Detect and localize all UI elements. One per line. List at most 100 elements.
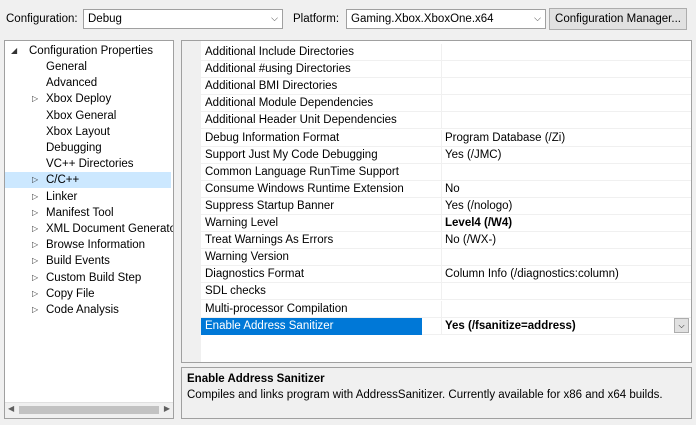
tree-item[interactable]: ▷ Custom Build Step <box>5 270 171 286</box>
property-name: Multi-processor Compilation <box>205 302 348 315</box>
platform-dropdown[interactable]: Gaming.Xbox.XboxOne.x64 ⌵ <box>346 9 546 29</box>
scroll-right-icon[interactable]: ▶ <box>164 404 170 413</box>
property-row[interactable]: Diagnostics Format Column Info (/diagnost… <box>201 266 691 284</box>
tree-item[interactable]: General <box>5 59 171 75</box>
tree-item-label: Advanced <box>46 77 98 90</box>
tree-item[interactable]: Debugging <box>5 140 171 156</box>
property-name: Additional Module Dependencies <box>205 97 374 110</box>
tree-item[interactable]: ▷ Copy File <box>5 286 171 302</box>
property-value[interactable]: Level4 (/W4) <box>445 215 512 232</box>
collapsed-triangle-icon[interactable]: ▷ <box>32 172 38 188</box>
collapsed-triangle-icon[interactable]: ▷ <box>32 270 38 286</box>
property-name: Additional #using Directories <box>205 63 351 76</box>
tree-item[interactable]: ▷ Linker <box>5 189 171 205</box>
property-row[interactable]: Additional Module Dependencies <box>201 95 691 113</box>
tree-item-label: Manifest Tool <box>46 206 114 219</box>
collapsed-triangle-icon[interactable]: ▷ <box>32 253 38 269</box>
property-row[interactable]: Additional Header Unit Dependencies <box>201 112 691 130</box>
tree-item-label: Xbox Deploy <box>46 93 112 106</box>
platform-value: Gaming.Xbox.XboxOne.x64 <box>351 13 494 25</box>
column-divider <box>441 61 442 79</box>
property-name: Additional BMI Directories <box>205 80 338 93</box>
expanded-triangle-icon[interactable]: ◢ <box>11 43 17 59</box>
collapsed-triangle-icon[interactable]: ▷ <box>32 237 38 253</box>
description-text: Compiles and links program with AddressS… <box>187 389 663 401</box>
column-divider <box>441 266 442 284</box>
tree-item-label: VC++ Directories <box>46 158 134 171</box>
tree-root[interactable]: ◢ Configuration Properties <box>5 43 171 59</box>
property-row[interactable]: Warning Version <box>201 249 691 267</box>
tree-item[interactable]: Advanced <box>5 75 171 91</box>
property-name: Diagnostics Format <box>205 268 305 281</box>
configuration-dropdown[interactable]: Debug ⌵ <box>83 9 283 29</box>
collapsed-triangle-icon[interactable]: ▷ <box>32 286 38 302</box>
property-row[interactable]: Support Just My Code Debugging Yes (/JMC) <box>201 146 691 164</box>
column-divider <box>441 215 442 232</box>
property-row[interactable]: Consume Windows Runtime Extension No <box>201 180 691 198</box>
property-row[interactable]: Enable Address Sanitizer Yes (/fsanitize=… <box>201 317 691 335</box>
property-value[interactable]: No <box>445 181 460 198</box>
property-value[interactable]: Program Database (/Zi) <box>445 130 565 147</box>
property-value[interactable]: Yes (/nologo) <box>445 198 512 215</box>
collapsed-triangle-icon[interactable]: ▷ <box>32 91 38 107</box>
column-divider <box>441 283 442 301</box>
collapsed-triangle-icon[interactable]: ▷ <box>32 221 38 237</box>
property-row[interactable]: Debug Information Format Program Database… <box>201 129 691 147</box>
property-row[interactable]: Treat Warnings As Errors No (/WX-) <box>201 232 691 250</box>
column-divider <box>441 163 442 181</box>
tree-item[interactable]: VC++ Directories <box>5 156 171 172</box>
tree-item[interactable]: ▷ XML Document Generator <box>5 221 174 237</box>
value-dropdown-icon[interactable]: ⌵ <box>674 317 689 333</box>
property-name: Debug Information Format <box>205 131 340 144</box>
tree-item[interactable]: ▷ Xbox Deploy <box>5 91 171 107</box>
property-row[interactable]: Warning Level Level4 (/W4) <box>201 215 691 232</box>
property-row[interactable]: Additional #using Directories <box>201 61 691 79</box>
property-value[interactable]: Yes (/JMC) <box>445 147 501 164</box>
tree-item-label: Linker <box>46 190 78 203</box>
property-value[interactable]: Column Info (/diagnostics:column) <box>445 266 619 283</box>
property-name: SDL checks <box>205 285 266 298</box>
configuration-manager-button[interactable]: Configuration Manager... <box>549 8 687 30</box>
property-tree[interactable]: ◢ Configuration Properties General Advanc… <box>4 40 174 419</box>
horizontal-scrollbar[interactable]: ◀ ▶ <box>5 402 173 418</box>
property-row[interactable]: Additional Include Directories <box>201 44 691 61</box>
property-value[interactable]: No (/WX-) <box>445 232 496 249</box>
property-value[interactable]: Yes (/fsanitize=address) <box>445 318 576 335</box>
column-divider <box>441 146 442 164</box>
tree-item[interactable]: ▷ C/C++ <box>5 172 171 189</box>
tree-item-label: Build Events <box>46 255 110 268</box>
property-name: Consume Windows Runtime Extension <box>205 182 404 195</box>
scroll-left-icon[interactable]: ◀ <box>8 404 14 413</box>
property-grid: Additional Include Directories Additional… <box>181 40 692 363</box>
collapsed-triangle-icon[interactable]: ▷ <box>32 205 38 221</box>
toolbar: Configuration: Debug ⌵ Platform: Gaming.… <box>0 0 696 40</box>
tree-item[interactable]: ▷ Build Events <box>5 253 171 269</box>
tree-item[interactable]: ▷ Browse Information <box>5 237 171 253</box>
property-row[interactable]: Additional BMI Directories <box>201 78 691 96</box>
property-row[interactable]: SDL checks <box>201 283 691 301</box>
tree-item[interactable]: ▷ Code Analysis <box>5 302 171 318</box>
property-name: Support Just My Code Debugging <box>205 148 378 161</box>
property-name: Additional Header Unit Dependencies <box>205 114 397 127</box>
tree-item-label: Xbox General <box>46 109 117 122</box>
tree-item[interactable]: Xbox Layout <box>5 124 171 140</box>
collapsed-triangle-icon[interactable]: ▷ <box>32 189 38 205</box>
column-divider <box>441 78 442 96</box>
column-divider <box>441 249 442 267</box>
property-row[interactable]: Suppress Startup Banner Yes (/nologo) <box>201 197 691 215</box>
column-divider <box>441 112 442 130</box>
configuration-value: Debug <box>88 13 122 25</box>
property-row[interactable]: Common Language RunTime Support <box>201 163 691 181</box>
column-divider <box>441 129 442 147</box>
tree-item[interactable]: ▷ Manifest Tool <box>5 205 171 221</box>
tree-item[interactable]: Xbox General <box>5 108 171 124</box>
collapsed-triangle-icon[interactable]: ▷ <box>32 302 38 318</box>
description-panel: Enable Address Sanitizer Compiles and li… <box>181 367 692 419</box>
scrollbar-thumb[interactable] <box>19 406 159 414</box>
tree-item-label: XML Document Generator <box>46 223 174 235</box>
property-name: Warning Level <box>205 217 279 229</box>
property-row[interactable]: Multi-processor Compilation <box>201 300 691 318</box>
column-divider <box>441 317 442 335</box>
tree-item-label: Copy File <box>46 287 95 300</box>
chevron-down-icon: ⌵ <box>534 13 541 23</box>
